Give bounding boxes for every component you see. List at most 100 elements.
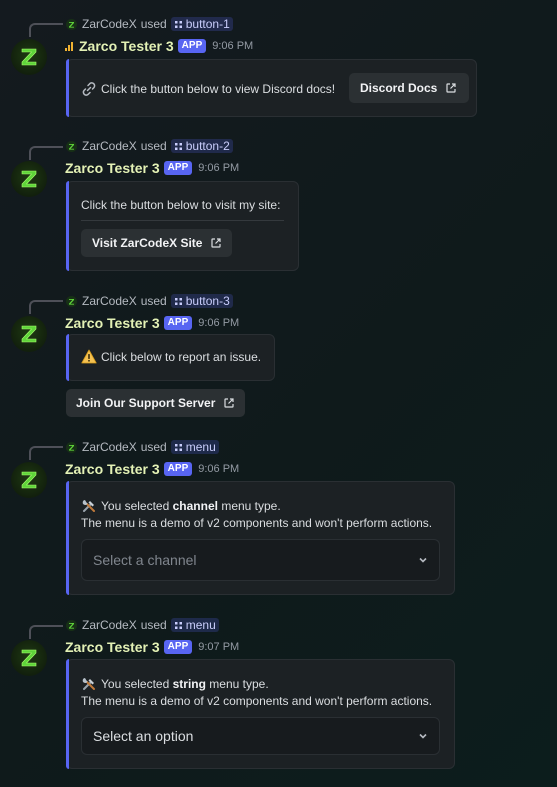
reply-username[interactable]: ZarCodeX: [82, 618, 137, 632]
app-badge: APP: [163, 462, 193, 476]
reply-reference[interactable]: ZarCodeX used menu: [66, 618, 219, 632]
select-placeholder: Select a channel: [93, 552, 197, 568]
zarco-z-logo-icon: [17, 167, 41, 191]
reply-reference[interactable]: ZarCodeX used button-2: [66, 139, 233, 153]
app-command-grid-icon: [174, 443, 183, 452]
command-mention[interactable]: button-2: [170, 139, 233, 153]
reply-username[interactable]: ZarCodeX: [82, 294, 137, 308]
timestamp[interactable]: 9:06 PM: [198, 317, 239, 329]
reply-used-text: used: [140, 139, 167, 153]
hammer-wrench-icon: [81, 498, 97, 514]
message-note: The menu is a demo of v2 components and …: [81, 694, 433, 708]
timestamp[interactable]: 9:06 PM: [198, 162, 239, 174]
reply-connector: [29, 300, 63, 314]
message-header: Zarco Tester 3 APP 9:06 PM: [65, 315, 239, 331]
message-text: Click the button below to view Discord d…: [101, 82, 336, 96]
line1-suffix: menu type.: [217, 499, 281, 513]
separator: [81, 220, 284, 221]
link-icon: [81, 81, 97, 97]
select-placeholder: Select an option: [93, 728, 194, 744]
reply-username[interactable]: ZarCodeX: [82, 139, 137, 153]
app-badge: APP: [163, 640, 193, 654]
visit-site-button[interactable]: Visit ZarCodeX Site: [81, 229, 233, 257]
channel-select[interactable]: Select a channel: [81, 539, 440, 581]
component-container: Click the button below to visit my site:…: [66, 181, 299, 271]
component-container: Click the button below to view Discord d…: [66, 59, 477, 117]
component-container: You selected channel menu type. The menu…: [66, 481, 455, 595]
chevron-down-icon: [417, 730, 429, 742]
timestamp[interactable]: 9:07 PM: [198, 641, 239, 653]
app-command-grid-icon: [174, 621, 183, 630]
reply-connector: [29, 625, 63, 639]
reply-used-text: used: [140, 17, 167, 31]
message-header: Zarco Tester 3 APP 9:06 PM: [65, 461, 239, 477]
message-header: Zarco Tester 3 APP 9:07 PM: [65, 639, 239, 655]
button-label: Join Our Support Server: [76, 396, 216, 410]
command-mention[interactable]: menu: [170, 618, 219, 632]
avatar[interactable]: [11, 161, 47, 197]
avatar[interactable]: [11, 39, 47, 75]
command-mention[interactable]: button-3: [170, 294, 233, 308]
reply-reference[interactable]: ZarCodeX used button-1: [66, 17, 233, 31]
avatar[interactable]: [11, 462, 47, 498]
timestamp[interactable]: 9:06 PM: [212, 40, 253, 52]
reply-used-text: used: [140, 294, 167, 308]
reply-connector: [29, 446, 63, 460]
timestamp[interactable]: 9:06 PM: [198, 463, 239, 475]
warning-icon: [81, 349, 97, 364]
line1-prefix: You selected: [101, 499, 173, 513]
message-text: Click below to report an issue.: [101, 349, 262, 364]
avatar[interactable]: [11, 316, 47, 352]
connection-signal-icon: [65, 41, 73, 51]
external-link-icon: [210, 237, 222, 249]
author-name[interactable]: Zarco Tester 3: [65, 315, 160, 331]
line1-prefix: You selected: [101, 677, 173, 691]
author-name[interactable]: Zarco Tester 3: [65, 639, 160, 655]
command-name: button-2: [185, 139, 230, 153]
external-link-icon: [223, 397, 235, 409]
reply-used-text: used: [140, 440, 167, 454]
author-name[interactable]: Zarco Tester 3: [79, 38, 174, 54]
message-text: Click the button below to visit my site:: [81, 198, 281, 212]
reply-username[interactable]: ZarCodeX: [82, 440, 137, 454]
command-name: menu: [185, 440, 216, 454]
mini-avatar-icon: [66, 442, 77, 453]
discord-docs-button[interactable]: Discord Docs: [349, 73, 470, 103]
author-name[interactable]: Zarco Tester 3: [65, 160, 160, 176]
zarco-z-logo-icon: [17, 45, 41, 69]
message-note: The menu is a demo of v2 components and …: [81, 516, 433, 530]
zarco-z-logo-icon: [17, 646, 41, 670]
chevron-down-icon: [417, 554, 429, 566]
component-container: Click below to report an issue.: [66, 334, 275, 381]
command-mention[interactable]: button-1: [170, 17, 233, 31]
reply-reference[interactable]: ZarCodeX used button-3: [66, 294, 233, 308]
avatar[interactable]: [11, 640, 47, 676]
mini-avatar-icon: [66, 141, 77, 152]
app-command-grid-icon: [174, 142, 183, 151]
command-mention[interactable]: menu: [170, 440, 219, 454]
reply-username[interactable]: ZarCodeX: [82, 17, 137, 31]
button-label: Visit ZarCodeX Site: [92, 236, 203, 250]
author-name[interactable]: Zarco Tester 3: [65, 461, 160, 477]
zarco-z-logo-icon: [17, 468, 41, 492]
command-name: menu: [185, 618, 216, 632]
join-support-server-button[interactable]: Join Our Support Server: [66, 389, 246, 417]
mini-avatar-icon: [66, 19, 77, 30]
menu-type: channel: [172, 499, 218, 513]
reply-connector: [29, 23, 63, 37]
mini-avatar-icon: [66, 296, 77, 307]
reply-connector: [29, 146, 63, 160]
app-badge: APP: [163, 161, 193, 175]
app-badge: APP: [177, 39, 207, 53]
zarco-z-logo-icon: [17, 322, 41, 346]
string-select[interactable]: Select an option: [81, 717, 440, 755]
command-name: button-1: [185, 17, 230, 31]
external-link-icon: [445, 82, 457, 94]
app-command-grid-icon: [174, 20, 183, 29]
menu-type: string: [172, 677, 206, 691]
mini-avatar-icon: [66, 620, 77, 631]
reply-reference[interactable]: ZarCodeX used menu: [66, 440, 219, 454]
component-container: You selected string menu type. The menu …: [66, 659, 455, 769]
button-label: Discord Docs: [360, 81, 438, 95]
line1-suffix: menu type.: [205, 677, 269, 691]
